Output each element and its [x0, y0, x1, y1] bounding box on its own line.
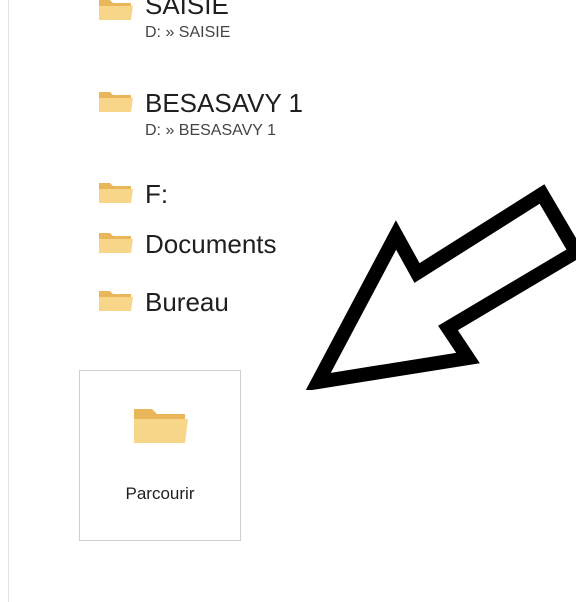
folder-icon	[99, 233, 133, 253]
folder-name: Bureau	[145, 287, 229, 317]
folder-path: D: » SAISIE	[145, 24, 231, 41]
folder-name: Documents	[145, 229, 277, 259]
folder-path: D: » BESASAVY 1	[145, 122, 277, 139]
folder-name: BESASAVY 1	[145, 88, 304, 118]
arrow-pointing-down-left-icon	[305, 184, 576, 390]
folder-icon	[99, 291, 133, 311]
folder-item-saisie[interactable]: SAISIE D: » SAISIE	[98, 0, 398, 62]
browse-label: Parcourir	[125, 484, 195, 503]
folder-item-besasavy-1[interactable]: BESASAVY 1 D: » BESASAVY 1	[98, 88, 398, 158]
folder-name: F:	[145, 179, 169, 209]
folder-icon	[99, 183, 133, 203]
folder-item-f-drive[interactable]: F:	[98, 179, 298, 213]
folder-icon	[99, 92, 133, 112]
folder-icon	[134, 409, 188, 443]
folder-icon	[99, 0, 133, 20]
folder-name: SAISIE	[145, 0, 229, 20]
browse-button[interactable]: Parcourir	[79, 370, 241, 541]
